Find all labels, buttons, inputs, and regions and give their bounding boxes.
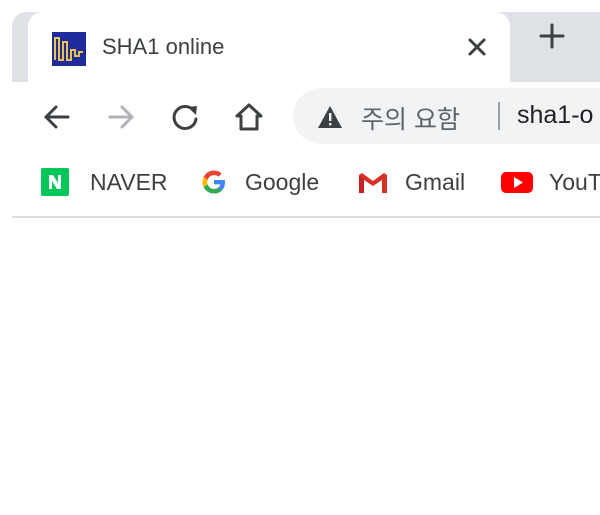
home-button[interactable]	[232, 100, 266, 134]
omnibox-separator	[498, 102, 500, 130]
bookmarks-bar: NAVER Google Gmail YouT	[0, 150, 600, 216]
bookmark-naver[interactable]: NAVER	[40, 164, 170, 198]
tab-strip: SHA1 online	[0, 0, 600, 84]
gmail-icon	[357, 167, 387, 197]
arrow-left-icon	[44, 105, 70, 129]
bookmark-label: NAVER	[90, 169, 168, 195]
address-bar[interactable]: 주의 요함 sha1-o	[293, 88, 600, 144]
bookmark-label: Google	[245, 169, 320, 195]
forward-button[interactable]	[104, 100, 138, 134]
security-status-label[interactable]: 주의 요함	[361, 100, 460, 136]
bookmark-label: Gmail	[405, 169, 466, 195]
plus-icon	[539, 23, 565, 49]
bookmark-google[interactable]: Google	[199, 164, 329, 198]
page-content	[0, 218, 600, 515]
arrow-right-icon	[108, 105, 134, 129]
active-tab[interactable]: SHA1 online	[28, 12, 510, 84]
back-button[interactable]	[40, 100, 74, 134]
home-icon	[235, 103, 263, 131]
close-icon[interactable]	[464, 34, 490, 60]
reload-icon	[172, 104, 198, 130]
youtube-icon	[500, 167, 533, 197]
warning-triangle-icon[interactable]	[317, 105, 343, 129]
bookmark-youtube[interactable]: YouT	[500, 164, 600, 198]
reload-button[interactable]	[168, 100, 202, 134]
url-text[interactable]: sha1-o	[517, 101, 593, 130]
google-icon	[199, 167, 229, 197]
bookmark-label: YouT	[549, 169, 600, 195]
bookmark-gmail[interactable]: Gmail	[357, 164, 477, 198]
sha1-online-favicon-icon	[52, 32, 86, 66]
new-tab-button[interactable]	[524, 8, 580, 64]
naver-icon	[40, 167, 70, 197]
tab-title: SHA1 online	[102, 34, 225, 59]
